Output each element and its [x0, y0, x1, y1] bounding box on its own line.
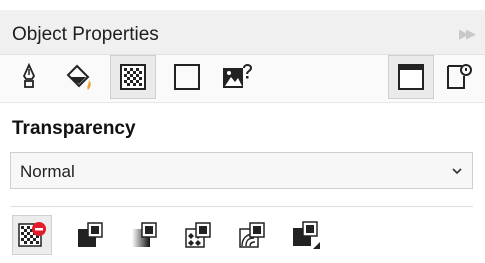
tab-frame[interactable] — [164, 55, 210, 99]
no-transparency-button[interactable] — [12, 215, 52, 255]
double-chevron-right-icon[interactable]: ▶▶ — [459, 26, 476, 42]
section-title: Transparency — [12, 118, 136, 139]
outline-square-icon — [174, 64, 200, 90]
texture-transparency-icon — [293, 221, 320, 249]
fill-bucket-icon — [66, 64, 91, 90]
panel-title: Object Properties — [12, 24, 159, 45]
divider — [10, 206, 473, 207]
tab-outline-pen[interactable] — [6, 55, 52, 99]
vector-pattern-transparency-icon — [185, 222, 211, 248]
transparency-checker-icon — [120, 64, 146, 90]
tab-frame-window[interactable] — [388, 55, 434, 99]
image-question-icon — [223, 64, 253, 88]
chevron-down-icon — [452, 168, 462, 175]
object-properties-panel: Object Properties ▶▶ Transparency Normal — [0, 0, 485, 263]
summary-properties-icon — [447, 64, 472, 89]
texture-transparency-button[interactable] — [286, 215, 326, 255]
fountain-transparency-button[interactable] — [124, 215, 164, 255]
transparency-type-row — [0, 215, 485, 255]
tab-transparency[interactable] — [110, 55, 156, 99]
bitmap-pattern-transparency-button[interactable] — [232, 215, 272, 255]
tab-image-info[interactable] — [214, 55, 260, 99]
no-transparency-icon — [18, 222, 46, 247]
tab-summary[interactable] — [436, 55, 482, 99]
property-tabs — [0, 55, 485, 103]
frame-window-icon — [398, 64, 424, 90]
merge-mode-select[interactable]: Normal — [10, 152, 473, 189]
vector-pattern-transparency-button[interactable] — [178, 215, 218, 255]
uniform-transparency-icon — [78, 222, 103, 247]
tab-fill[interactable] — [56, 55, 102, 99]
pen-nib-icon — [22, 63, 36, 88]
uniform-transparency-button[interactable] — [70, 215, 110, 255]
merge-mode-value: Normal — [20, 162, 75, 181]
fountain-transparency-icon — [132, 222, 157, 247]
bitmap-pattern-transparency-icon — [239, 222, 265, 248]
